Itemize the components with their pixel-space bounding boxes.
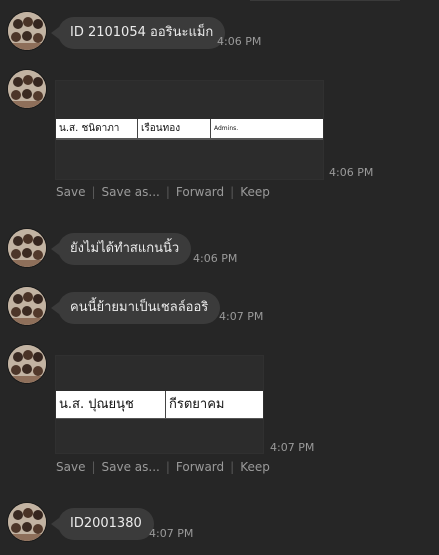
message-timestamp: 4:06 PM bbox=[193, 252, 238, 265]
avatar-photo-icon bbox=[8, 229, 46, 267]
save-button[interactable]: Save bbox=[56, 460, 85, 474]
message-bubble[interactable]: ID2001380 bbox=[51, 508, 154, 540]
keep-button[interactable]: Keep bbox=[240, 185, 270, 199]
avatar-photo-icon bbox=[8, 287, 46, 325]
action-separator: | bbox=[91, 460, 96, 474]
action-separator: | bbox=[230, 460, 235, 474]
keep-button[interactable]: Keep bbox=[240, 460, 270, 474]
doc-cell: น.ส. ชนิดาภา bbox=[56, 119, 138, 138]
image-attachment[interactable]: น.ส. ชนิดาภา เรือนทอง Admins. bbox=[55, 80, 324, 180]
message-bubble[interactable]: ยังไม่ได้ทำสแกนนิ้ว bbox=[50, 233, 192, 265]
message-timestamp: 4:07 PM bbox=[149, 527, 194, 540]
attachment-actions: Save | Save as... | Forward | Keep bbox=[56, 185, 270, 199]
message-timestamp: 4:06 PM bbox=[217, 35, 262, 48]
avatar-photo-icon bbox=[8, 12, 46, 50]
attachment-document-row: น.ส. ชนิดาภา เรือนทอง Admins. bbox=[56, 119, 323, 140]
message-bubble[interactable]: คนนี้ย้ายมาเป็นเชลล์ออริ bbox=[50, 292, 221, 324]
doc-cell: น.ส. ปุณยนุช bbox=[56, 391, 166, 418]
avatar-photo-icon bbox=[8, 503, 46, 541]
action-separator: | bbox=[91, 185, 96, 199]
sender-avatar[interactable] bbox=[8, 12, 46, 50]
doc-cell: กีรตยาคม bbox=[169, 397, 225, 412]
sender-avatar[interactable] bbox=[8, 345, 46, 383]
attachment-actions: Save | Save as... | Forward | Keep bbox=[56, 460, 270, 474]
message-timestamp: 4:06 PM bbox=[329, 166, 374, 179]
message-timestamp: 4:07 PM bbox=[219, 310, 264, 323]
sender-avatar[interactable] bbox=[8, 229, 46, 267]
action-separator: | bbox=[165, 460, 170, 474]
save-as-button[interactable]: Save as... bbox=[102, 460, 160, 474]
action-separator: | bbox=[230, 185, 235, 199]
forward-button[interactable]: Forward bbox=[176, 185, 224, 199]
message-text: คนนี้ย้ายมาเป็นเชลล์ออริ bbox=[70, 300, 209, 315]
window-edge bbox=[250, 0, 400, 1]
message-timestamp: 4:07 PM bbox=[270, 441, 315, 454]
sender-avatar[interactable] bbox=[8, 503, 46, 541]
save-as-button[interactable]: Save as... bbox=[102, 185, 160, 199]
message-text: ยังไม่ได้ทำสแกนนิ้ว bbox=[70, 241, 180, 256]
sender-avatar[interactable] bbox=[8, 70, 46, 108]
message-text: ID 2101054 ออรินะแม็ก bbox=[70, 25, 214, 40]
forward-button[interactable]: Forward bbox=[176, 460, 224, 474]
avatar-photo-icon bbox=[8, 70, 46, 108]
sender-avatar[interactable] bbox=[8, 287, 46, 325]
action-separator: | bbox=[165, 185, 170, 199]
avatar-photo-icon bbox=[8, 345, 46, 383]
message-text: ID2001380 bbox=[70, 516, 142, 531]
message-bubble[interactable]: ID 2101054 ออรินะแม็ก bbox=[50, 17, 226, 49]
doc-cell: Admins. bbox=[214, 125, 239, 132]
doc-cell: เรือนทอง bbox=[138, 119, 211, 138]
attachment-document-row: น.ส. ปุณยนุช กีรตยาคม bbox=[56, 391, 263, 419]
save-button[interactable]: Save bbox=[56, 185, 85, 199]
image-attachment[interactable]: น.ส. ปุณยนุช กีรตยาคม bbox=[55, 355, 264, 454]
